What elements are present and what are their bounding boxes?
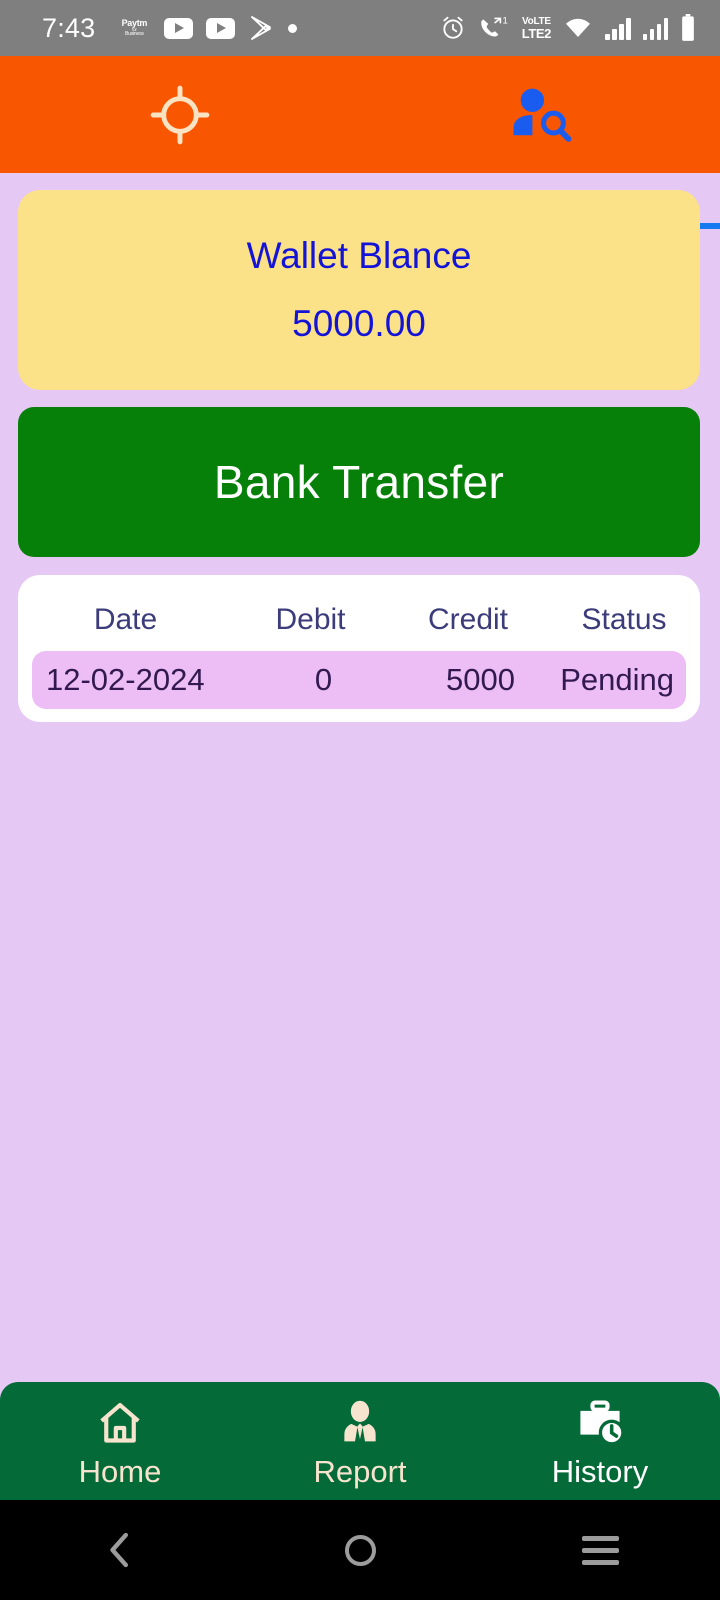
bank-transfer-button[interactable]: Bank Transfer	[18, 407, 700, 557]
signal-icon	[642, 16, 668, 40]
cell-debit: 0	[314, 662, 333, 697]
tab-location[interactable]	[0, 56, 360, 173]
nav-item-home[interactable]: Home	[0, 1382, 240, 1500]
status-bar-clock: 7:43	[42, 12, 96, 43]
main-content: Wallet Blance 5000.00 Bank Transfer Date…	[0, 173, 720, 722]
play-store-icon	[251, 16, 272, 40]
youtube-icon	[164, 17, 194, 39]
status-bar: 7:43 Paytm for Business 1 VoLTE LTE2	[0, 0, 720, 56]
back-icon	[110, 1532, 128, 1568]
nav-item-report[interactable]: Report	[240, 1382, 480, 1500]
missed-call-icon: 1	[480, 16, 508, 37]
column-header-debit: Debit	[275, 603, 346, 636]
transactions-table: Date Debit Credit Status 12-02-2024 0 50…	[18, 575, 700, 722]
home-circle-icon	[344, 1534, 376, 1566]
cell-date: 12-02-2024	[46, 662, 205, 697]
volte-label-top: VoLTE	[522, 15, 551, 27]
recents-icon	[581, 1535, 619, 1565]
paytm-logo-line3: Business	[125, 31, 144, 38]
status-bar-notification-icons: Paytm for Business	[117, 14, 298, 42]
column-header-status: Status	[581, 603, 667, 636]
youtube-icon	[206, 17, 236, 39]
tab-search-user[interactable]	[360, 56, 720, 173]
bottom-navigation-bar: Home Report History	[0, 1382, 720, 1500]
crosshair-target-icon	[150, 85, 210, 144]
column-header-credit: Credit	[427, 603, 509, 636]
android-back-button[interactable]	[0, 1530, 240, 1570]
android-recents-button[interactable]	[480, 1535, 720, 1565]
svg-text:1: 1	[502, 16, 507, 27]
cell-credit: 5000	[446, 662, 515, 697]
nav-label-home: Home	[78, 1454, 162, 1489]
battery-icon	[682, 14, 694, 41]
nav-item-history[interactable]: History	[480, 1382, 720, 1500]
paytm-logo-line2: for	[132, 26, 137, 32]
person-search-icon	[513, 88, 572, 142]
android-home-button[interactable]	[240, 1534, 480, 1566]
wallet-balance-card: Wallet Blance 5000.00	[18, 190, 700, 390]
table-row[interactable]: 12-02-2024 0 5000 Pending	[32, 651, 686, 709]
nav-label-history: History	[551, 1454, 649, 1489]
signal-icon	[605, 16, 631, 40]
volte-label-bottom: LTE2	[521, 25, 552, 41]
alarm-icon	[443, 16, 463, 39]
wallet-balance-amount: 5000.00	[292, 303, 426, 344]
wifi-icon	[566, 18, 590, 37]
wallet-balance-label: Wallet Blance	[246, 235, 472, 276]
dot-indicator-icon	[288, 23, 298, 33]
cell-status: Pending	[560, 662, 675, 697]
paytm-business-logo-icon: Paytm for Business	[117, 15, 151, 41]
table-header-row: Date Debit Credit Status	[18, 589, 700, 651]
phone-screen: 7:43 Paytm for Business 1 VoLTE LTE2 Wal…	[0, 0, 720, 1600]
android-navigation-bar	[0, 1500, 720, 1600]
column-header-date: Date	[93, 603, 158, 636]
person-tie-icon	[344, 1400, 376, 1442]
volte-icon: VoLTE LTE2	[521, 15, 552, 41]
home-icon	[100, 1403, 140, 1443]
top-tab-bar	[0, 56, 720, 229]
status-bar-system-icons: 1 VoLTE LTE2	[440, 14, 696, 42]
nav-label-report: Report	[313, 1454, 407, 1489]
briefcase-clock-icon	[580, 1400, 625, 1446]
